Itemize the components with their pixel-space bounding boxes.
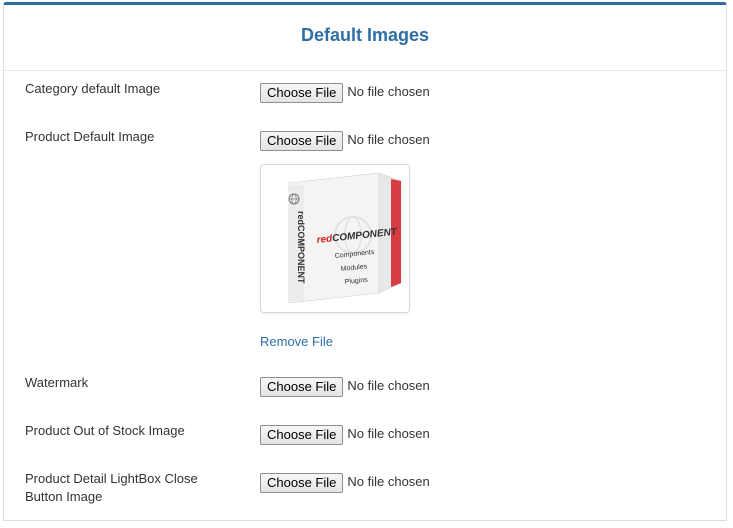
category-default-image-label: Category default Image <box>25 81 161 96</box>
choose-file-button[interactable]: Choose File <box>260 377 344 397</box>
choose-file-button[interactable]: Choose File <box>260 425 344 445</box>
file-status: No file chosen <box>347 84 430 99</box>
choose-file-button[interactable]: Choose File <box>260 131 344 151</box>
panel-header: Default Images <box>4 5 726 71</box>
out-of-stock-image-input: Choose File No file chosen <box>260 425 430 447</box>
spine-text: redCOMPONENT <box>296 211 306 284</box>
choose-file-button[interactable]: Choose File <box>260 83 344 103</box>
watermark-label: Watermark <box>25 375 89 390</box>
out-of-stock-image-label: Product Out of Stock Image <box>25 423 185 438</box>
product-default-image-label: Product Default Image <box>25 129 155 144</box>
lightbox-close-image-input: Choose File No file chosen <box>260 473 430 495</box>
product-default-image-input: Choose File No file chosen <box>260 131 430 153</box>
choose-file-button[interactable]: Choose File <box>260 473 344 493</box>
file-status: No file chosen <box>347 426 430 441</box>
product-box-image: redCOMPONENT redCOMPONENT Components Mod… <box>288 172 402 304</box>
file-status: No file chosen <box>347 132 430 147</box>
remove-file-link[interactable]: Remove File <box>260 334 333 349</box>
category-default-image-input: Choose File No file chosen <box>260 83 430 105</box>
watermark-input: Choose File No file chosen <box>260 377 430 399</box>
panel-title: Default Images <box>300 25 430 45</box>
product-default-image-preview: redCOMPONENT redCOMPONENT Components Mod… <box>260 164 410 313</box>
lightbox-close-image-label: Product Detail LightBox Close Button Ima… <box>25 471 198 504</box>
file-status: No file chosen <box>347 378 430 393</box>
file-status: No file chosen <box>347 474 430 489</box>
